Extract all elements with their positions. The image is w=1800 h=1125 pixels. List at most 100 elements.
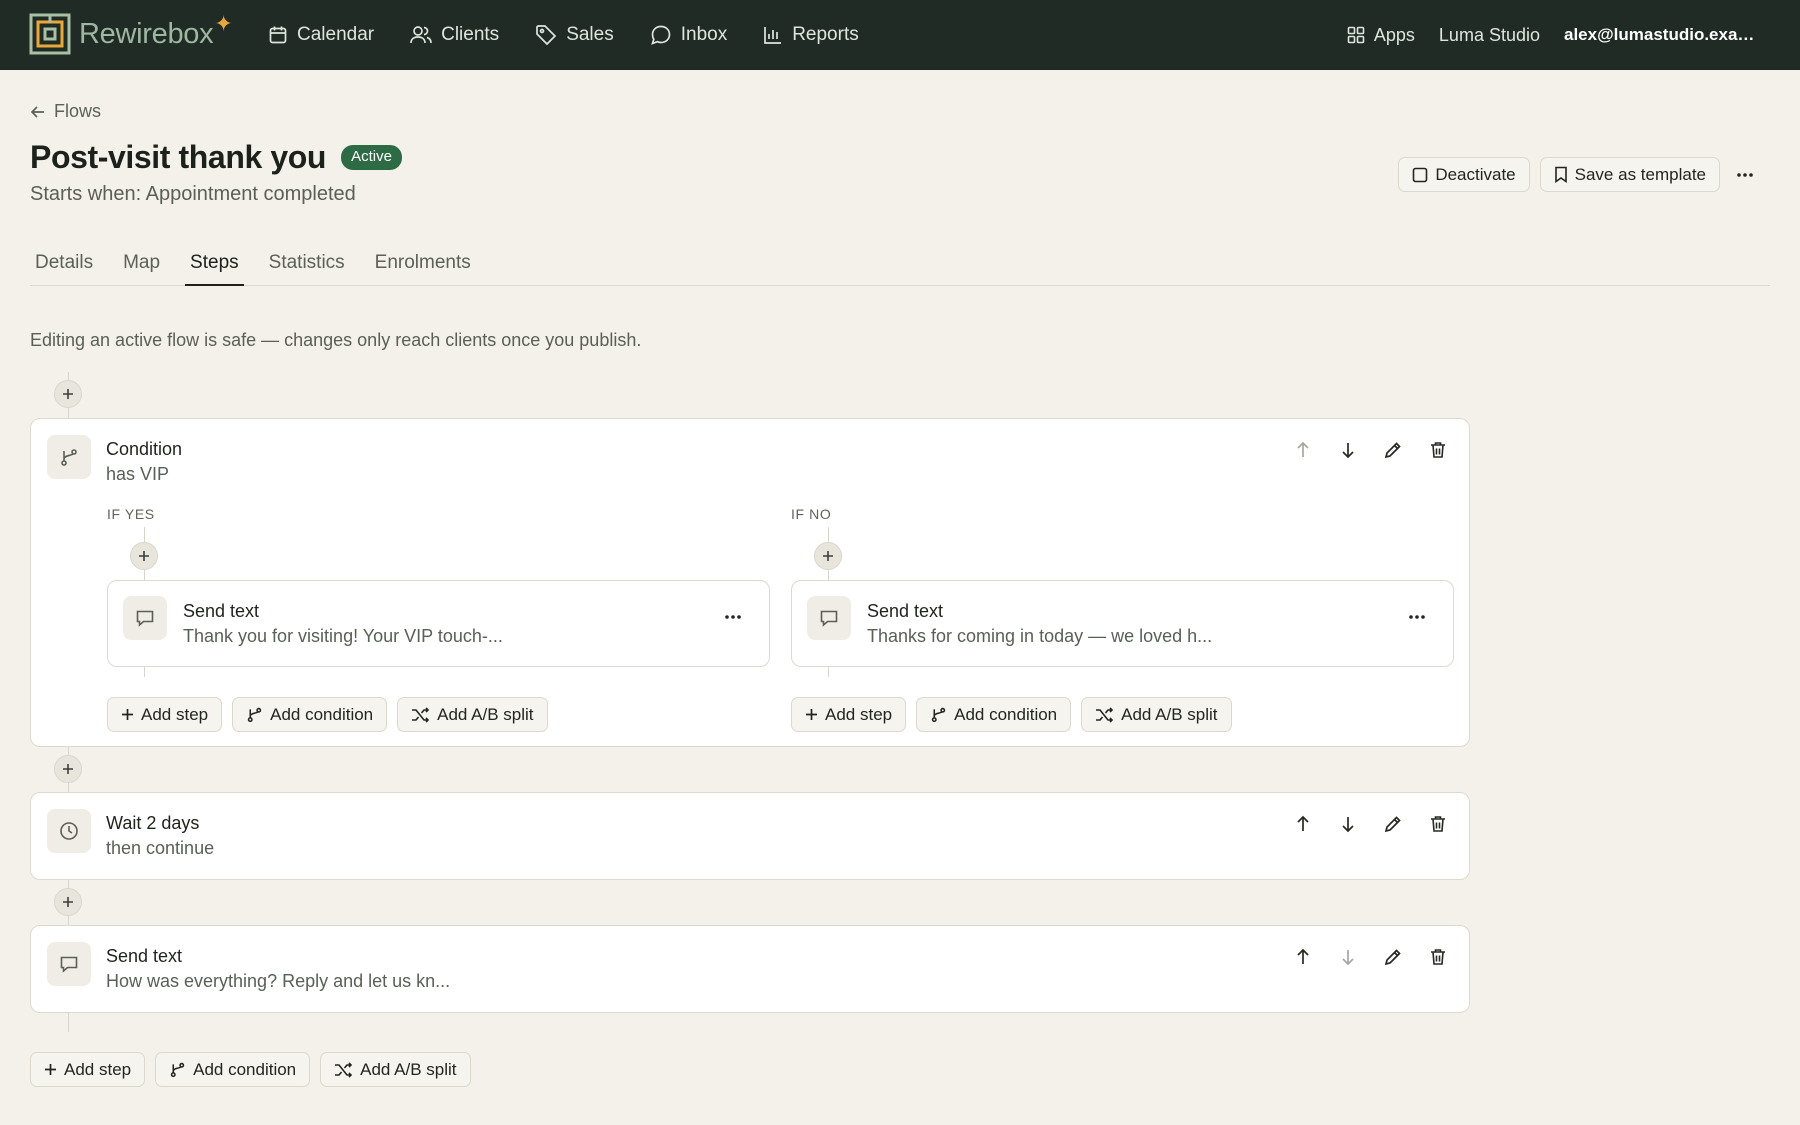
send-text-step-card[interactable]: Send text How was everything? Reply and … (30, 925, 1470, 1013)
top-right-area: Apps Luma Studio alex@lumastudio.example… (1347, 0, 1756, 70)
insert-step-button[interactable] (54, 888, 82, 916)
bookmark-icon (1554, 166, 1567, 183)
add-condition-button[interactable]: Add condition (232, 697, 388, 732)
plus-icon (45, 1064, 56, 1075)
tab-statistics[interactable]: Statistics (264, 236, 350, 286)
back-link-label: Flows (54, 101, 102, 121)
step-subtitle: How was everything? Reply and let us kn.… (106, 971, 451, 991)
delete-button[interactable] (1415, 435, 1460, 465)
edit-button[interactable] (1370, 942, 1415, 972)
delete-button[interactable] (1415, 942, 1460, 972)
move-up-button[interactable] (1280, 435, 1325, 465)
step-icon (807, 596, 851, 640)
step-subtitle: then continue (106, 838, 215, 858)
save-as-template-button[interactable]: Save as template (1539, 157, 1720, 192)
shuffle-icon (1096, 706, 1114, 723)
step-title: Wait 2 days (106, 813, 200, 833)
nav-item-label: Clients (441, 24, 500, 45)
nav-item-inbox[interactable]: Inbox (650, 24, 727, 46)
pencil-icon (1384, 949, 1401, 966)
flow-connector (68, 1012, 69, 1032)
branch-no-add-actions: Add step Add condition Add A/B split (791, 697, 1242, 732)
branch-label-yes: IF YES (107, 506, 155, 522)
move-down-button[interactable] (1325, 942, 1370, 972)
add-step-label: Add step (141, 704, 209, 724)
add-ab-split-label: Add A/B split (437, 704, 534, 724)
more-horizontal-icon (1737, 173, 1753, 177)
add-ab-split-label: Add A/B split (1121, 704, 1218, 724)
arrow-down-icon (1341, 443, 1354, 459)
add-condition-label: Add condition (270, 704, 374, 724)
plus-icon (63, 389, 73, 399)
step-title: Send text (867, 601, 944, 621)
tag-icon (536, 25, 557, 46)
insert-step-button[interactable] (54, 380, 82, 408)
add-step-button[interactable]: Add step (791, 697, 907, 732)
trash-icon (1430, 442, 1445, 458)
trash-icon (1430, 949, 1445, 965)
apps-label: Apps (1373, 24, 1415, 45)
arrow-left-icon (30, 105, 44, 118)
step-subtitle: Thanks for coming in today — we loved h.… (867, 626, 1213, 646)
back-link[interactable]: Flows (30, 101, 101, 122)
pencil-icon (1384, 442, 1401, 459)
more-horizontal-icon (1409, 615, 1425, 619)
step-options-button[interactable] (1401, 603, 1433, 631)
branch-no-step-card[interactable]: Send text Thanks for coming in today — w… (791, 580, 1454, 667)
move-down-button[interactable] (1325, 809, 1370, 839)
plus-icon (63, 897, 73, 907)
add-ab-split-label: Add A/B split (360, 1059, 457, 1079)
studio-switcher[interactable]: Luma Studio (1439, 25, 1540, 46)
nav-item-label: Sales (566, 24, 614, 45)
step-title: Condition (106, 439, 183, 459)
step-icon (47, 435, 91, 479)
add-ab-split-button[interactable]: Add A/B split (397, 697, 548, 732)
step-options-button[interactable] (717, 603, 749, 631)
add-condition-button[interactable]: Add condition (155, 1052, 311, 1087)
step-tools (1280, 809, 1460, 839)
step-subtitle: has VIP (106, 464, 170, 484)
plus-icon (63, 764, 73, 774)
add-ab-split-button[interactable]: Add A/B split (320, 1052, 471, 1087)
flow-add-actions: Add step Add condition Add A/B split (30, 1052, 481, 1087)
add-ab-split-button[interactable]: Add A/B split (1081, 697, 1232, 732)
nav-item-clients[interactable]: Clients (410, 24, 499, 46)
tab-details[interactable]: Details (30, 236, 98, 286)
nav-item-label: Calendar (297, 24, 375, 45)
app-name: Rewirebox (79, 17, 214, 50)
plus-icon (823, 551, 833, 561)
apps-button[interactable]: Apps (1347, 25, 1415, 46)
app-logo[interactable]: Rewirebox ✦ (29, 11, 233, 56)
edit-button[interactable] (1370, 809, 1415, 839)
insert-step-button[interactable] (814, 542, 842, 570)
tab-map[interactable]: Map (118, 236, 165, 286)
shuffle-icon (335, 1061, 353, 1078)
add-condition-button[interactable]: Add condition (916, 697, 1072, 732)
more-options-button[interactable] (1730, 160, 1760, 190)
deactivate-button[interactable]: Deactivate (1398, 157, 1530, 192)
move-down-button[interactable] (1325, 435, 1370, 465)
nav-item-sales[interactable]: Sales (535, 24, 614, 46)
account-menu[interactable]: alex@lumastudio.example.com (1564, 25, 1756, 45)
add-step-button[interactable]: Add step (30, 1052, 146, 1087)
wait-step-card[interactable]: Wait 2 days then continue (30, 792, 1470, 880)
chat-icon (650, 25, 671, 45)
insert-step-button[interactable] (54, 755, 82, 783)
nav-item-calendar[interactable]: Calendar (268, 24, 374, 46)
step-icon (47, 809, 91, 853)
edit-notice: Editing an active flow is safe — changes… (30, 330, 642, 350)
tab-steps[interactable]: Steps (185, 236, 244, 286)
edit-button[interactable] (1370, 435, 1415, 465)
square-icon (1413, 167, 1428, 182)
nav-item-reports[interactable]: Reports (763, 24, 859, 46)
branch-yes-step-card[interactable]: Send text Thank you for visiting! Your V… (107, 580, 770, 667)
arrow-up-icon (1296, 948, 1309, 964)
title-row: Post-visit thank you Active (30, 139, 402, 176)
move-up-button[interactable] (1280, 942, 1325, 972)
delete-button[interactable] (1415, 809, 1460, 839)
tab-enrolments[interactable]: Enrolments (370, 236, 476, 286)
step-icon (123, 596, 167, 640)
insert-step-button[interactable] (130, 542, 158, 570)
move-up-button[interactable] (1280, 809, 1325, 839)
add-step-button[interactable]: Add step (107, 697, 223, 732)
